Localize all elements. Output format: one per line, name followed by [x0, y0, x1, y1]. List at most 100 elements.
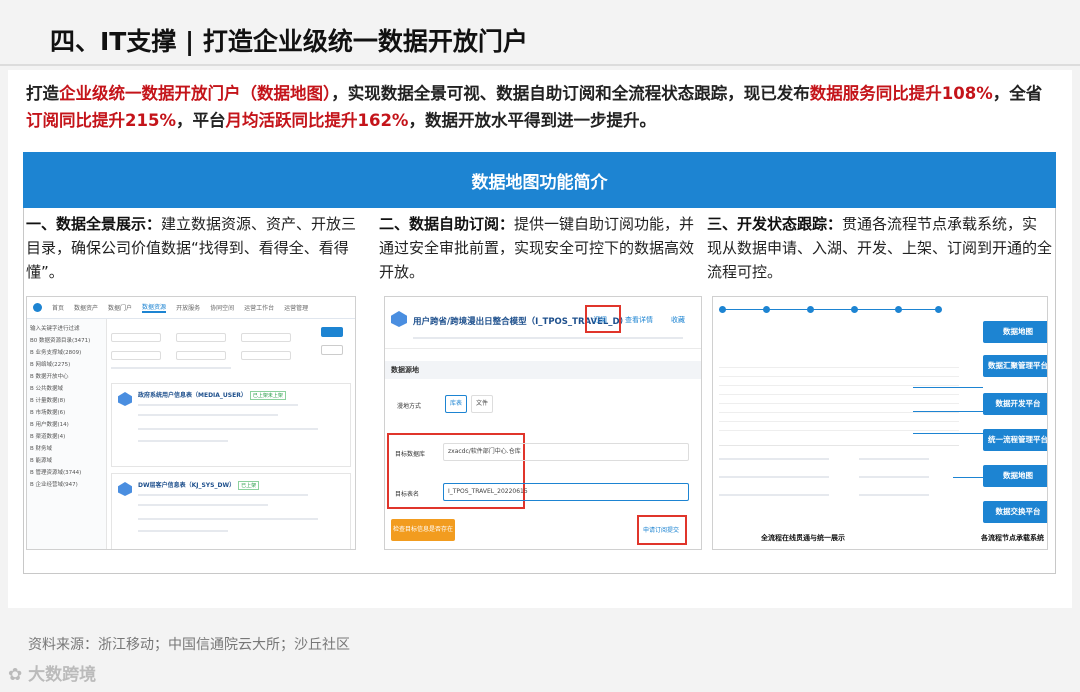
connector-line [953, 477, 983, 478]
nav-item[interactable]: 数据门户 [108, 303, 132, 312]
watermark-logo: ✿ 大数跨境 [8, 660, 96, 685]
screenshot-process-tracking: 数据地图 数据汇聚管理平台 数据开发平台 统一流程管理平台 数据地图 数据交换平… [712, 296, 1048, 550]
logo-icon: ✿ [8, 665, 29, 685]
nav-item[interactable]: 开放服务 [176, 303, 200, 312]
tree-item[interactable]: B 能源域 [30, 455, 103, 467]
caption-left: 全流程在线贯通与统一展示 [761, 534, 845, 542]
system-button-process-mgmt[interactable]: 统一流程管理平台 [983, 429, 1047, 451]
system-button-aggregation[interactable]: 数据汇聚管理平台 [983, 355, 1047, 377]
dataset-card[interactable]: 政府系统用户信息表（MEDIA_USER） 已上架未上架 [111, 383, 351, 467]
submit-subscription-button[interactable]: 申请订阅提交 [643, 525, 679, 534]
dataset-meta [138, 428, 318, 430]
system-button-data-map[interactable]: 数据地图 [983, 321, 1047, 343]
dataset-header: 用户跨省/跨境漫出日整合模型（I_TPOS_TRAVEL_D） 订阅 查看详情 … [385, 297, 701, 349]
nav-item[interactable]: 数据资产 [74, 303, 98, 312]
title-divider [0, 64, 1080, 66]
favorite-button[interactable]: 收藏 [671, 315, 685, 325]
filter-field[interactable] [111, 351, 161, 360]
feature-text-1: 一、数据全景展示：建立数据资源、资产、开放三目录，确保公司价值数据“找得到、看得… [26, 212, 368, 284]
connector-line [913, 433, 983, 434]
tree-item[interactable]: B 数据开放中心 [30, 371, 103, 383]
target-table-input[interactable]: I_TPOS_TRAVEL_20220615 [443, 483, 689, 501]
nav-item[interactable]: 运营工作台 [244, 303, 274, 312]
detail-line [719, 476, 829, 478]
intro-text: ，平台 [175, 111, 226, 130]
timeline-track [719, 309, 939, 310]
tree-item[interactable]: B 财务域 [30, 443, 103, 455]
detail-link[interactable]: 查看详情 [625, 315, 653, 325]
timeline-node [763, 306, 770, 313]
system-button-exchange[interactable]: 数据交换平台 [983, 501, 1047, 523]
dataset-desc [138, 404, 298, 406]
intro-text: ，实现数据全景可视、数据自助订阅和全流程状态跟踪，现已发布 [331, 84, 810, 103]
intro-text: ，全省 [992, 84, 1043, 103]
tree-item[interactable]: B0 数据资源目录(3471) [30, 335, 103, 347]
timeline-node [807, 306, 814, 313]
source-note: 资料来源：浙江移动；中国信通院云大所；沙丘社区 [28, 637, 350, 653]
filter-field[interactable] [241, 351, 292, 360]
mode-option-table[interactable]: 库表 [445, 395, 467, 413]
table-row [719, 359, 959, 368]
filter-row [111, 345, 311, 364]
dataset-title[interactable]: DW层客户信息表（KJ_SYS_DW） 已上架 [138, 480, 260, 490]
system-button-dev-platform[interactable]: 数据开发平台 [983, 393, 1047, 415]
reset-button[interactable] [321, 345, 343, 355]
dataset-icon [118, 482, 132, 496]
timeline-node [851, 306, 858, 313]
caption-right: 各流程节点承载系统 [981, 534, 1044, 542]
nav-item[interactable]: 协同空间 [210, 303, 234, 312]
tree-item[interactable]: B 公共数据域 [30, 383, 103, 395]
connector-line [913, 411, 983, 412]
table-row [719, 413, 959, 422]
check-target-button[interactable]: 检查目标信息是否存在 [391, 519, 455, 541]
tree-item[interactable]: B 管理资源域(3744) [30, 467, 103, 479]
dataset-meta [138, 440, 228, 442]
table-row [719, 422, 959, 431]
detail-line [719, 458, 829, 460]
detail-line [859, 476, 929, 478]
tree-item[interactable]: B 市场数据(6) [30, 407, 103, 419]
feature-heading: 三、开发状态跟踪： [707, 215, 843, 233]
subscribe-button[interactable]: 订阅 [593, 315, 607, 325]
filter-field[interactable] [241, 333, 292, 342]
app-logo [33, 303, 42, 312]
filter-field[interactable] [176, 333, 227, 342]
search-button[interactable] [321, 327, 343, 337]
tree-item[interactable]: B 渠道数据(4) [30, 431, 103, 443]
table-row [719, 368, 959, 377]
page-title: 四、IT支撑 | 打造企业级统一数据开放门户 [50, 27, 528, 56]
tree-item[interactable]: B 计量数据(8) [30, 395, 103, 407]
target-db-select[interactable]: zxacdc/软件部门中心.仓库 [443, 443, 689, 461]
dataset-icon [118, 392, 132, 406]
dataset-desc [138, 414, 278, 416]
detail-line [859, 458, 929, 460]
process-table [719, 359, 959, 431]
dataset-title[interactable]: 政府系统用户信息表（MEDIA_USER） 已上架未上架 [138, 390, 286, 400]
dataset-card[interactable]: DW层客户信息表（KJ_SYS_DW） 已上架 [111, 473, 351, 549]
target-db-label: 目标数据库 [395, 451, 426, 458]
nav-item[interactable]: 运营管理 [284, 303, 308, 312]
system-button-data-map-2[interactable]: 数据地图 [983, 465, 1047, 487]
filter-field[interactable] [111, 333, 161, 342]
tree-item[interactable]: B 业务支撑域(2809) [30, 347, 103, 359]
feature-text-3: 三、开发状态跟踪：贯通各流程节点承载系统，实现从数据申请、入湖、开发、上架、订阅… [707, 212, 1052, 284]
tree-item[interactable]: B 网络域(2275) [30, 359, 103, 371]
tree-item[interactable]: 输入关键字进行过滤 [30, 323, 103, 335]
app-nav-bar: 首页 数据资产 数据门户 数据资源 开放服务 协同空间 运营工作台 运营管理 [27, 297, 355, 319]
tree-item[interactable]: B 用户数据(14) [30, 419, 103, 431]
section-header: 数据源地 [385, 361, 701, 379]
nav-item[interactable]: 首页 [52, 303, 64, 312]
banner-title: 数据地图功能简介 [471, 172, 608, 193]
table-row [719, 377, 959, 386]
tree-item[interactable]: B 企业经营域(947) [30, 479, 103, 491]
intro-text: ，数据开放水平得到进一步提升。 [408, 111, 656, 130]
intro-highlight: 月均活跃同比提升162% [225, 111, 409, 130]
nav-item-active[interactable]: 数据资源 [142, 302, 167, 313]
mode-label: 漫地方式 [397, 403, 422, 410]
target-table-label: 目标表名 [395, 491, 420, 498]
catalog-main: 政府系统用户信息表（MEDIA_USER） 已上架未上架 DW层客户信息表（KJ_… [111, 323, 351, 549]
timeline-node [895, 306, 902, 313]
filter-field[interactable] [176, 351, 227, 360]
status-badge: 已上架未上架 [249, 391, 286, 400]
mode-option-file[interactable]: 文件 [471, 395, 493, 413]
